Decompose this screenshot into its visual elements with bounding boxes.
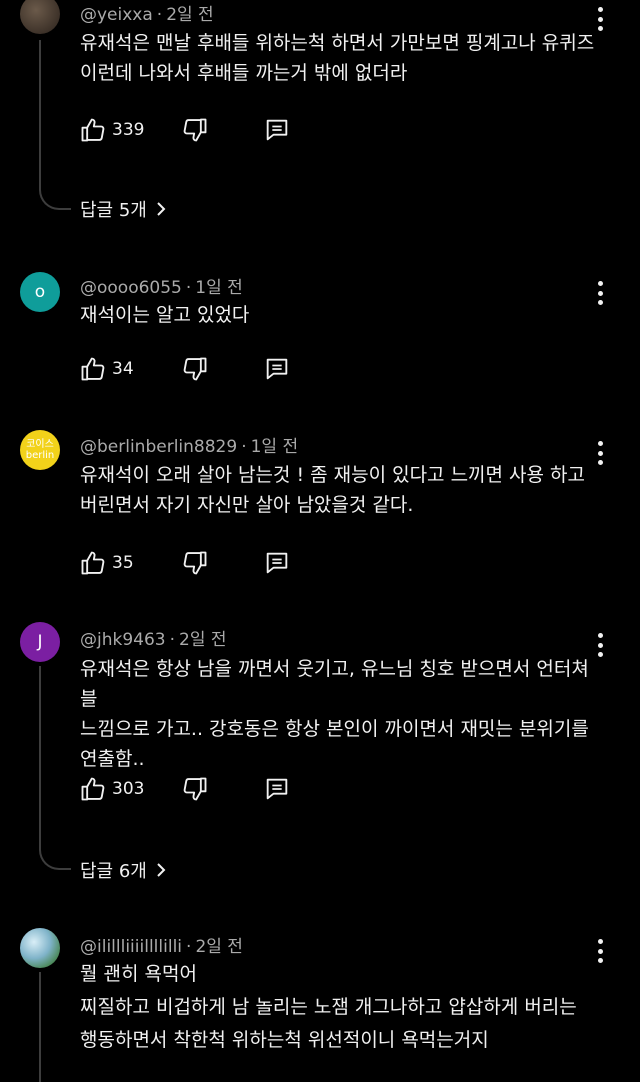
replies-label: 답글 5개 bbox=[80, 200, 147, 221]
avatar[interactable] bbox=[20, 928, 60, 968]
reply-icon[interactable] bbox=[262, 115, 292, 145]
reply-icon[interactable] bbox=[262, 354, 292, 384]
comment-author[interactable]: @jhk9463 bbox=[80, 630, 166, 650]
comment-meta: @yeixxa · 2일 전 bbox=[80, 0, 214, 25]
comment-time: 1일 전 bbox=[195, 278, 243, 298]
like-icon[interactable] bbox=[78, 548, 108, 578]
reply-icon[interactable] bbox=[262, 774, 292, 804]
comment-time: 2일 전 bbox=[195, 937, 243, 957]
comment-actions: 303 bbox=[78, 772, 292, 806]
thread-line bbox=[39, 666, 71, 870]
avatar[interactable]: 코이스 berlin bbox=[20, 430, 60, 470]
dislike-icon[interactable] bbox=[180, 548, 210, 578]
comment-text: 유재석은 항상 남을 까면서 웃기고, 유느님 칭호 받으면서 언터쳐블 느낌으… bbox=[80, 658, 589, 770]
chevron-right-icon bbox=[157, 863, 166, 877]
avatar-text-line1: 코이스 bbox=[26, 439, 54, 450]
comment-actions: 34 bbox=[78, 352, 292, 386]
comment-text: 유재석은 맨날 후배들 위하는척 하면서 가만보면 핑계고나 유퀴즈 이런데 나… bbox=[80, 32, 595, 84]
separator: · bbox=[156, 5, 163, 25]
replies-toggle[interactable]: 답글 6개 bbox=[80, 857, 169, 883]
dislike-icon[interactable] bbox=[180, 354, 210, 384]
avatar[interactable]: o bbox=[20, 272, 60, 312]
comment-author[interactable]: @yeixxa bbox=[80, 5, 153, 25]
thread-line bbox=[39, 972, 71, 1082]
avatar-letter: J bbox=[37, 632, 43, 652]
like-icon[interactable] bbox=[78, 115, 108, 145]
comment-actions: 35 bbox=[78, 546, 292, 580]
like-icon[interactable] bbox=[78, 354, 108, 384]
dislike-icon[interactable] bbox=[180, 774, 210, 804]
separator: · bbox=[241, 437, 247, 457]
avatar[interactable] bbox=[20, 0, 60, 34]
separator: · bbox=[169, 630, 176, 650]
like-count: 35 bbox=[112, 553, 134, 573]
comment-text: 뭘 괜히 욕먹어 찌질하고 비겁하게 남 놀리는 노잼 개그나하고 얍삽하게 버… bbox=[80, 963, 577, 1051]
like-count: 34 bbox=[112, 359, 134, 379]
replies-toggle[interactable]: 답글 5개 bbox=[80, 196, 169, 222]
comment-author[interactable]: @oooo6055 bbox=[80, 278, 182, 298]
like-count: 303 bbox=[112, 779, 145, 799]
comment-time: 2일 전 bbox=[166, 5, 214, 25]
comment-time: 2일 전 bbox=[179, 630, 227, 650]
like-count: 339 bbox=[112, 120, 145, 140]
comment-time: 1일 전 bbox=[250, 437, 299, 457]
separator: · bbox=[185, 278, 192, 298]
comment-actions: 339 bbox=[78, 113, 292, 147]
thread-line bbox=[39, 40, 71, 210]
comment-author[interactable]: @berlinberlin8829 bbox=[80, 437, 237, 457]
like-icon[interactable] bbox=[78, 774, 108, 804]
replies-label: 답글 6개 bbox=[80, 861, 147, 882]
comment-text: 유재석이 오래 살아 남는것 ! 좀 재능이 있다고 느끼면 사용 하고 버린면… bbox=[80, 464, 586, 516]
comment-meta: @berlinberlin8829 · 1일 전 bbox=[80, 432, 298, 457]
dislike-icon[interactable] bbox=[180, 115, 210, 145]
avatar-letter: o bbox=[34, 282, 46, 302]
avatar-text-line2: berlin bbox=[25, 450, 55, 461]
comment-meta: @ilillliiiillllilli · 2일 전 bbox=[80, 932, 243, 957]
chevron-right-icon bbox=[157, 202, 166, 216]
avatar[interactable]: J bbox=[20, 622, 60, 662]
comment-meta: @jhk9463 · 2일 전 bbox=[80, 625, 227, 650]
comment-author[interactable]: @ilillliiiillllilli bbox=[80, 937, 182, 957]
separator: · bbox=[186, 937, 192, 957]
comment-meta: @oooo6055 · 1일 전 bbox=[80, 273, 243, 298]
reply-icon[interactable] bbox=[262, 548, 292, 578]
comment-text: 재석이는 알고 있었다 bbox=[80, 304, 250, 326]
